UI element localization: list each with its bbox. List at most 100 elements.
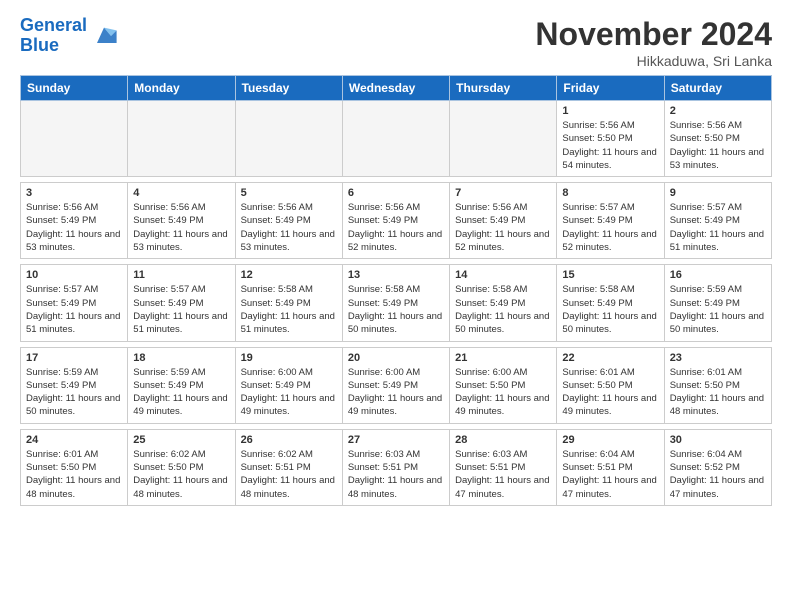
day-info: Sunrise: 5:59 AMSunset: 5:49 PMDaylight:… bbox=[670, 283, 766, 336]
day-info: Sunrise: 5:56 AMSunset: 5:50 PMDaylight:… bbox=[562, 119, 658, 172]
calendar-cell bbox=[21, 101, 128, 177]
day-info: Sunrise: 5:57 AMSunset: 5:49 PMDaylight:… bbox=[26, 283, 122, 336]
calendar-cell: 28Sunrise: 6:03 AMSunset: 5:51 PMDayligh… bbox=[450, 429, 557, 505]
day-number: 30 bbox=[670, 434, 766, 446]
location: Hikkaduwa, Sri Lanka bbox=[535, 53, 772, 69]
day-info: Sunrise: 6:02 AMSunset: 5:51 PMDaylight:… bbox=[241, 448, 337, 501]
calendar-week-1: 1 Sunrise: 5:56 AMSunset: 5:50 PMDaylight… bbox=[21, 101, 772, 177]
day-info: Sunrise: 6:00 AMSunset: 5:50 PMDaylight:… bbox=[455, 366, 551, 419]
day-number: 16 bbox=[670, 269, 766, 281]
day-number: 27 bbox=[348, 434, 444, 446]
calendar-cell: 15 Sunrise: 5:58 AMSunset: 5:49 PMDayligh… bbox=[557, 265, 664, 341]
day-info: Sunrise: 5:57 AMSunset: 5:49 PMDaylight:… bbox=[562, 201, 658, 254]
day-info: Sunrise: 5:58 AMSunset: 5:49 PMDaylight:… bbox=[348, 283, 444, 336]
day-number: 26 bbox=[241, 434, 337, 446]
title-block: November 2024 Hikkaduwa, Sri Lanka bbox=[535, 16, 772, 69]
calendar-cell: 8 Sunrise: 5:57 AMSunset: 5:49 PMDaylight… bbox=[557, 183, 664, 259]
day-info: Sunrise: 5:57 AMSunset: 5:49 PMDaylight:… bbox=[133, 283, 229, 336]
day-info: Sunrise: 5:56 AMSunset: 5:49 PMDaylight:… bbox=[133, 201, 229, 254]
day-number: 19 bbox=[241, 352, 337, 364]
calendar-cell: 7 Sunrise: 5:56 AMSunset: 5:49 PMDaylight… bbox=[450, 183, 557, 259]
day-number: 29 bbox=[562, 434, 658, 446]
page: GeneralBlue November 2024 Hikkaduwa, Sri… bbox=[0, 0, 792, 522]
day-number: 11 bbox=[133, 269, 229, 281]
day-number: 5 bbox=[241, 187, 337, 199]
calendar-cell: 10Sunrise: 5:57 AMSunset: 5:49 PMDayligh… bbox=[21, 265, 128, 341]
calendar-cell: 17 Sunrise: 5:59 AMSunset: 5:49 PMDayligh… bbox=[21, 347, 128, 423]
calendar-header-tuesday: Tuesday bbox=[235, 76, 342, 101]
day-info: Sunrise: 5:58 AMSunset: 5:49 PMDaylight:… bbox=[455, 283, 551, 336]
calendar-cell: 29 Sunrise: 6:04 AMSunset: 5:51 PMDayligh… bbox=[557, 429, 664, 505]
calendar-cell: 18Sunrise: 5:59 AMSunset: 5:49 PMDayligh… bbox=[128, 347, 235, 423]
day-info: Sunrise: 6:01 AMSunset: 5:50 PMDaylight:… bbox=[562, 366, 658, 419]
calendar-header-saturday: Saturday bbox=[664, 76, 771, 101]
day-info: Sunrise: 6:04 AMSunset: 5:51 PMDaylight:… bbox=[562, 448, 658, 501]
calendar-cell: 19 Sunrise: 6:00 AMSunset: 5:49 PMDayligh… bbox=[235, 347, 342, 423]
logo: GeneralBlue bbox=[20, 16, 118, 56]
calendar-cell: 21 Sunrise: 6:00 AMSunset: 5:50 PMDayligh… bbox=[450, 347, 557, 423]
calendar-cell: 1 Sunrise: 5:56 AMSunset: 5:50 PMDaylight… bbox=[557, 101, 664, 177]
day-info: Sunrise: 6:03 AMSunset: 5:51 PMDaylight:… bbox=[348, 448, 444, 501]
day-number: 25 bbox=[133, 434, 229, 446]
day-number: 8 bbox=[562, 187, 658, 199]
day-info: Sunrise: 5:58 AMSunset: 5:49 PMDaylight:… bbox=[241, 283, 337, 336]
calendar-header-thursday: Thursday bbox=[450, 76, 557, 101]
day-number: 17 bbox=[26, 352, 122, 364]
calendar-cell: 25 Sunrise: 6:02 AMSunset: 5:50 PMDayligh… bbox=[128, 429, 235, 505]
calendar-cell: 27 Sunrise: 6:03 AMSunset: 5:51 PMDayligh… bbox=[342, 429, 449, 505]
calendar-week-3: 10Sunrise: 5:57 AMSunset: 5:49 PMDayligh… bbox=[21, 265, 772, 341]
calendar-cell bbox=[128, 101, 235, 177]
calendar-cell: 9Sunrise: 5:57 AMSunset: 5:49 PMDaylight… bbox=[664, 183, 771, 259]
calendar-cell: 3 Sunrise: 5:56 AMSunset: 5:49 PMDaylight… bbox=[21, 183, 128, 259]
day-info: Sunrise: 5:59 AMSunset: 5:49 PMDaylight:… bbox=[26, 366, 122, 419]
calendar-cell: 23 Sunrise: 6:01 AMSunset: 5:50 PMDayligh… bbox=[664, 347, 771, 423]
calendar-header-row: SundayMondayTuesdayWednesdayThursdayFrid… bbox=[21, 76, 772, 101]
calendar-header-wednesday: Wednesday bbox=[342, 76, 449, 101]
month-title: November 2024 bbox=[535, 16, 772, 53]
calendar-cell: 13 Sunrise: 5:58 AMSunset: 5:49 PMDayligh… bbox=[342, 265, 449, 341]
day-info: Sunrise: 6:02 AMSunset: 5:50 PMDaylight:… bbox=[133, 448, 229, 501]
day-info: Sunrise: 5:57 AMSunset: 5:49 PMDaylight:… bbox=[670, 201, 766, 254]
calendar-cell: 24 Sunrise: 6:01 AMSunset: 5:50 PMDayligh… bbox=[21, 429, 128, 505]
day-number: 23 bbox=[670, 352, 766, 364]
calendar-cell bbox=[235, 101, 342, 177]
calendar-cell: 2 Sunrise: 5:56 AMSunset: 5:50 PMDaylight… bbox=[664, 101, 771, 177]
day-number: 1 bbox=[562, 105, 658, 117]
day-info: Sunrise: 6:00 AMSunset: 5:49 PMDaylight:… bbox=[241, 366, 337, 419]
day-number: 13 bbox=[348, 269, 444, 281]
day-info: Sunrise: 5:56 AMSunset: 5:49 PMDaylight:… bbox=[455, 201, 551, 254]
calendar: SundayMondayTuesdayWednesdayThursdayFrid… bbox=[20, 75, 772, 506]
day-info: Sunrise: 5:56 AMSunset: 5:49 PMDaylight:… bbox=[26, 201, 122, 254]
day-info: Sunrise: 5:58 AMSunset: 5:49 PMDaylight:… bbox=[562, 283, 658, 336]
day-number: 6 bbox=[348, 187, 444, 199]
day-number: 21 bbox=[455, 352, 551, 364]
day-number: 3 bbox=[26, 187, 122, 199]
calendar-cell: 12 Sunrise: 5:58 AMSunset: 5:49 PMDayligh… bbox=[235, 265, 342, 341]
day-number: 7 bbox=[455, 187, 551, 199]
day-info: Sunrise: 6:01 AMSunset: 5:50 PMDaylight:… bbox=[26, 448, 122, 501]
day-number: 15 bbox=[562, 269, 658, 281]
day-number: 24 bbox=[26, 434, 122, 446]
calendar-week-2: 3 Sunrise: 5:56 AMSunset: 5:49 PMDaylight… bbox=[21, 183, 772, 259]
calendar-header-friday: Friday bbox=[557, 76, 664, 101]
calendar-cell: 16 Sunrise: 5:59 AMSunset: 5:49 PMDayligh… bbox=[664, 265, 771, 341]
calendar-cell: 26 Sunrise: 6:02 AMSunset: 5:51 PMDayligh… bbox=[235, 429, 342, 505]
calendar-header-monday: Monday bbox=[128, 76, 235, 101]
day-info: Sunrise: 6:00 AMSunset: 5:49 PMDaylight:… bbox=[348, 366, 444, 419]
day-number: 22 bbox=[562, 352, 658, 364]
day-info: Sunrise: 6:01 AMSunset: 5:50 PMDaylight:… bbox=[670, 366, 766, 419]
calendar-week-5: 24 Sunrise: 6:01 AMSunset: 5:50 PMDayligh… bbox=[21, 429, 772, 505]
day-info: Sunrise: 5:56 AMSunset: 5:50 PMDaylight:… bbox=[670, 119, 766, 172]
day-number: 12 bbox=[241, 269, 337, 281]
logo-text: GeneralBlue bbox=[20, 16, 87, 56]
day-number: 14 bbox=[455, 269, 551, 281]
calendar-cell: 11 Sunrise: 5:57 AMSunset: 5:49 PMDayligh… bbox=[128, 265, 235, 341]
day-number: 2 bbox=[670, 105, 766, 117]
calendar-week-4: 17 Sunrise: 5:59 AMSunset: 5:49 PMDayligh… bbox=[21, 347, 772, 423]
day-info: Sunrise: 5:56 AMSunset: 5:49 PMDaylight:… bbox=[241, 201, 337, 254]
calendar-cell bbox=[450, 101, 557, 177]
day-number: 18 bbox=[133, 352, 229, 364]
header: GeneralBlue November 2024 Hikkaduwa, Sri… bbox=[20, 16, 772, 69]
day-number: 4 bbox=[133, 187, 229, 199]
calendar-cell: 6Sunrise: 5:56 AMSunset: 5:49 PMDaylight… bbox=[342, 183, 449, 259]
